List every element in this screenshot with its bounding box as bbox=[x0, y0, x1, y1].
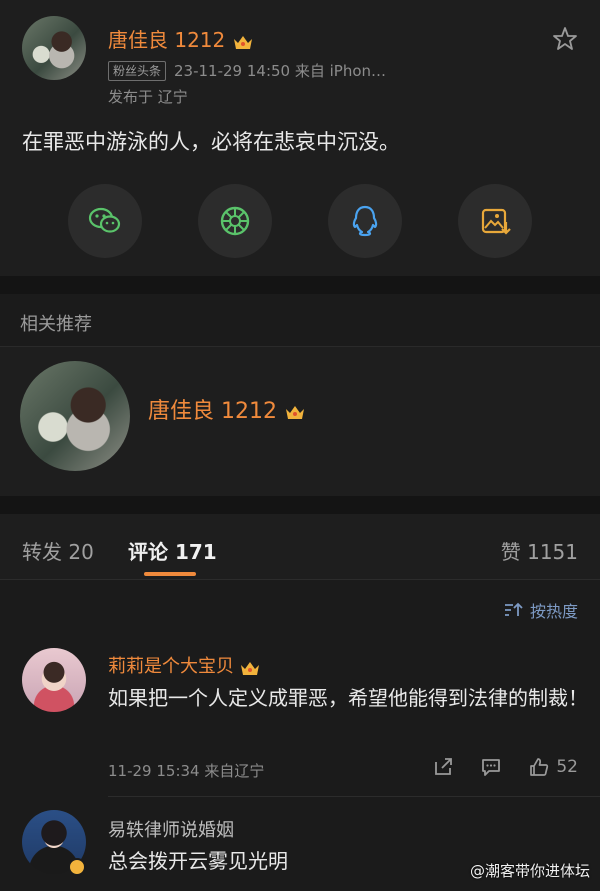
related-user-avatar[interactable] bbox=[20, 361, 130, 471]
thumbs-up-icon bbox=[530, 758, 549, 776]
post-meta: 粉丝头条 23-11-29 14:50 来自 iPhon… bbox=[108, 60, 386, 81]
tab-comments[interactable]: 评论 171 bbox=[128, 536, 217, 565]
post-content: 在罪恶中游泳的人，必将在悲哀中沉没。 bbox=[22, 130, 400, 154]
sort-label: 按热度 bbox=[529, 602, 578, 621]
crown-icon bbox=[285, 406, 304, 419]
section-separator bbox=[0, 276, 600, 294]
sort-icon bbox=[504, 602, 523, 616]
active-tab-indicator bbox=[144, 572, 196, 576]
share-qq-button[interactable] bbox=[328, 184, 402, 258]
wechat-icon bbox=[88, 207, 121, 233]
save-image-button[interactable] bbox=[458, 184, 532, 258]
section-separator bbox=[0, 496, 600, 514]
comment-meta: 11-29 15:34 来自辽宁 bbox=[108, 762, 265, 780]
comment-actions: 52 bbox=[432, 756, 578, 778]
post-location: 发布于 辽宁 bbox=[108, 88, 188, 106]
share-moments-button[interactable] bbox=[198, 184, 272, 258]
comment-icon[interactable] bbox=[480, 756, 502, 778]
post-card: 唐佳良 1212 粉丝头条 23-11-29 14:50 来自 iPhon… 发… bbox=[0, 0, 600, 276]
related-title: 相关推荐 bbox=[20, 314, 92, 335]
share-wechat-button[interactable] bbox=[68, 184, 142, 258]
author-name-row[interactable]: 唐佳良 1212 bbox=[108, 24, 254, 53]
comment-text: 如果把一个人定义成罪恶，希望他能得到法律的制裁！ bbox=[108, 686, 588, 710]
tab-likes[interactable]: 赞 1151 bbox=[501, 536, 578, 565]
commenter-avatar[interactable] bbox=[22, 648, 86, 712]
comment-author-name[interactable]: 易轶律师说婚姻 bbox=[108, 816, 234, 842]
author-avatar[interactable] bbox=[22, 16, 86, 80]
comment-name-row[interactable]: 莉莉是个大宝贝 bbox=[108, 652, 261, 678]
fans-headline-badge: 粉丝头条 bbox=[108, 60, 167, 81]
comment-author-name[interactable]: 莉莉是个大宝贝 bbox=[108, 656, 234, 677]
crown-icon bbox=[233, 35, 252, 49]
interaction-tabs: 转发 20 评论 171 赞 1151 bbox=[0, 514, 600, 580]
sort-button[interactable]: 按热度 bbox=[504, 598, 578, 622]
watermark: @潮客带你进体坛 bbox=[469, 862, 590, 880]
share-icon[interactable] bbox=[432, 756, 454, 778]
star-icon[interactable] bbox=[552, 26, 578, 52]
like-count: 52 bbox=[556, 757, 578, 777]
qq-icon bbox=[352, 205, 378, 237]
post-time-source: 23-11-29 14:50 来自 iPhon… bbox=[174, 62, 387, 80]
save-image-icon bbox=[481, 208, 511, 235]
crown-icon bbox=[241, 661, 260, 675]
related-user-name[interactable]: 唐佳良 1212 bbox=[148, 399, 277, 424]
related-user-row[interactable]: 唐佳良 1212 bbox=[148, 393, 306, 425]
verified-badge-icon bbox=[68, 858, 86, 876]
author-name[interactable]: 唐佳良 1212 bbox=[108, 28, 225, 52]
like-button[interactable]: 52 bbox=[528, 756, 578, 778]
tab-repost[interactable]: 转发 20 bbox=[22, 536, 94, 565]
related-recommendation[interactable]: 唐佳良 1212 bbox=[0, 346, 600, 496]
moments-icon bbox=[220, 206, 250, 236]
comment-divider bbox=[108, 796, 600, 797]
